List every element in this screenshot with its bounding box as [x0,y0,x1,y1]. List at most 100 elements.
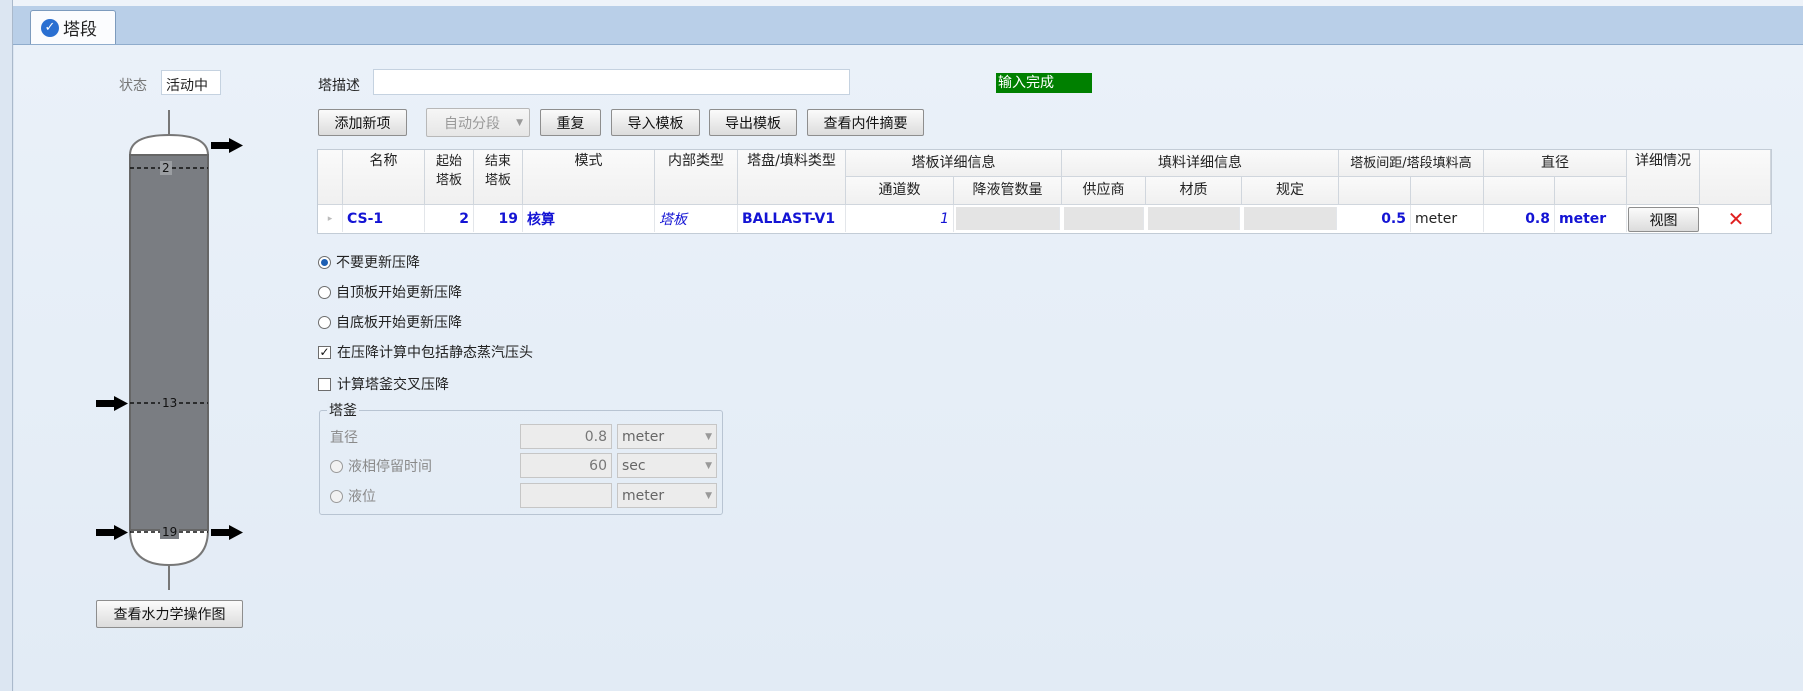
cell-mode[interactable]: 核算 [523,205,655,232]
checkbox-include-static-head[interactable]: ✓ 在压降计算中包括静态蒸汽压头 [318,342,533,362]
tab-strip [13,6,1803,45]
sump-residence-input: 60 [520,453,612,478]
description-input[interactable] [373,69,850,95]
sump-diameter-unit: meter [622,428,665,445]
option-no-update[interactable]: 不要更新压降 [318,252,420,272]
sump-residence-unit: sec [622,457,646,474]
sump-residence-label: 液相停留时间 [348,459,432,475]
delete-icon[interactable]: ✕ [1725,206,1747,232]
sections-grid: 名称 起始塔板 结束塔板 模式 内部类型 塔盘/填料类型 塔板详细信息 通道数 … [317,149,1772,234]
row-selector[interactable]: ▸ [318,205,343,232]
col-spacing-unit [1411,177,1484,205]
col-vendor[interactable]: 供应商 [1062,177,1146,205]
stage-label-feed: 13 [160,396,180,410]
sump-residence-unit-select: sec ▼ [617,453,717,478]
col-diameter-unit [1555,177,1627,205]
sump-level-option: 液位 [330,486,376,506]
check-circle-icon: ✓ [41,18,59,37]
col-downcomers[interactable]: 降液管数量 [954,177,1062,205]
tab-label: 塔段 [63,20,97,40]
arrow-icon [211,525,243,540]
cell-name[interactable]: CS-1 [343,205,425,232]
chevron-down-icon: ▼ [705,460,712,471]
import-template-button[interactable]: 导入模板 [611,109,700,136]
cell-tray-type[interactable]: BALLAST-V1 [738,205,846,232]
col-internal-type[interactable]: 内部类型 [655,150,738,205]
cell-spacing[interactable]: 0.5 [1339,205,1411,232]
stage-label-top: 2 [160,161,172,175]
col-passes[interactable]: 通道数 [846,177,954,205]
radio-icon[interactable] [318,285,331,299]
left-edge [0,0,13,691]
cell-internal-type[interactable]: 塔板 [655,205,738,232]
arrow-icon [96,396,128,411]
col-mode[interactable]: 模式 [523,150,655,205]
checkbox-sump-cross[interactable]: 计算塔釜交叉压降 [318,374,449,394]
view-internals-summary-button[interactable]: 查看内件摘要 [807,109,924,136]
sump-level-unit: meter [622,487,665,504]
sump-level-unit-select: meter ▼ [617,483,717,508]
view-button[interactable]: 视图 [1628,207,1699,232]
col-end-stage-label: 结束塔板 [484,154,511,188]
chevron-down-icon: ▼ [705,431,712,442]
description-label: 塔描述 [318,78,360,94]
cell-material [1148,207,1240,230]
cell-passes[interactable]: 1 [846,205,954,232]
col-group-tray-detail: 塔板详细信息 [846,150,1062,177]
col-tray-type[interactable]: 塔盘/填料类型 [738,150,846,205]
sump-diameter-label: 直径 [330,430,358,446]
col-diameter[interactable]: 直径 [1484,150,1627,177]
col-spacing-value [1339,177,1411,205]
row-header-corner [318,150,343,205]
view-hydraulics-button[interactable]: 查看水力学操作图 [96,600,243,628]
sump-diameter-unit-select: meter ▼ [617,424,717,449]
cell-diameter-unit[interactable]: meter [1555,205,1627,232]
col-start-stage-label: 起始塔板 [435,154,462,188]
col-spacing[interactable]: 塔板间距/塔段填料高 [1339,150,1484,177]
auto-segment-label: 自动分段 [444,115,500,132]
cell-spacing-unit[interactable]: meter [1411,205,1484,232]
sump-group-title: 塔釜 [327,400,359,420]
radio-icon [330,459,343,473]
col-spec[interactable]: 规定 [1242,177,1339,205]
include-static-label: 在压降计算中包括静态蒸汽压头 [337,345,533,361]
radio-icon[interactable] [318,315,331,329]
auto-segment-dropdown: 自动分段 ▼ [426,108,530,137]
column-diagram [96,110,243,590]
sump-diameter-input: 0.8 [520,424,612,449]
chevron-down-icon: ▼ [516,117,523,128]
chevron-down-icon: ▼ [705,490,712,501]
cell-downcomers [956,207,1060,230]
option-from-bottom[interactable]: 自底板开始更新压降 [318,312,462,332]
stage-label-bottom: 19 [160,525,180,539]
col-group-packing-detail: 填料详细信息 [1062,150,1339,177]
option-from-bottom-label: 自底板开始更新压降 [336,315,462,331]
tab-column-sections[interactable]: ✓ 塔段 [30,10,116,44]
arrow-icon [211,138,243,153]
content-panel [14,45,1803,691]
checkbox-icon[interactable]: ✓ [318,345,331,359]
repeat-button[interactable]: 重复 [540,109,601,136]
export-template-button[interactable]: 导出模板 [709,109,797,136]
completion-status: 输入完成 [996,73,1092,93]
checkbox-icon[interactable] [318,377,331,391]
sump-level-input [520,483,612,508]
col-details[interactable]: 详细情况 [1627,150,1700,205]
option-from-top[interactable]: 自顶板开始更新压降 [318,282,462,302]
cell-diameter[interactable]: 0.8 [1484,205,1555,232]
col-diameter-value [1484,177,1555,205]
status-label: 状态 [119,78,147,94]
col-name[interactable]: 名称 [343,150,425,205]
col-start-stage[interactable]: 起始塔板 [425,150,474,205]
sump-residence-option: 液相停留时间 [330,456,432,476]
radio-icon[interactable] [318,255,331,269]
cell-end-stage[interactable]: 19 [474,205,523,232]
cell-spec [1244,207,1337,230]
col-material[interactable]: 材质 [1146,177,1242,205]
option-from-top-label: 自顶板开始更新压降 [336,285,462,301]
cell-start-stage[interactable]: 2 [425,205,474,232]
add-new-button[interactable]: 添加新项 [318,109,407,136]
arrow-icon [96,525,128,540]
sump-cross-label: 计算塔釜交叉压降 [337,377,449,393]
col-end-stage[interactable]: 结束塔板 [474,150,523,205]
